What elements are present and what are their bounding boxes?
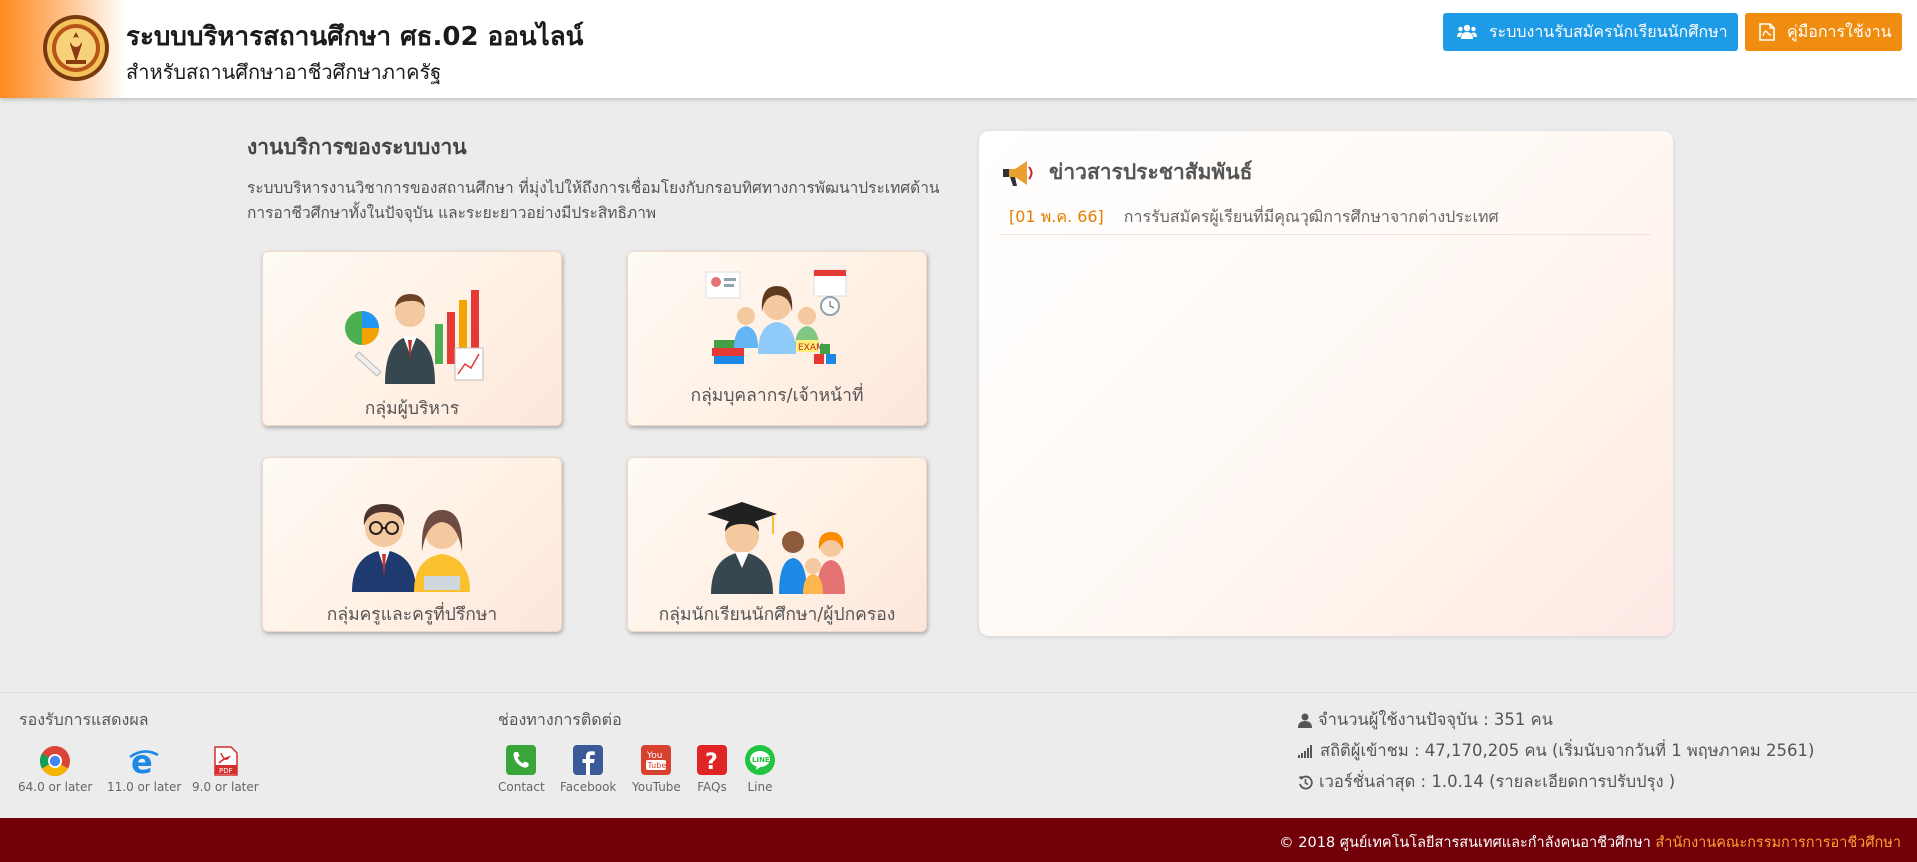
line-icon: LINE <box>745 745 775 775</box>
news-panel: ข่าวสารประชาสัมพันธ์ [01 พ.ค. 66] การรับส… <box>979 131 1673 636</box>
contact-line-link[interactable]: LINE Line <box>745 745 775 794</box>
megaphone-icon <box>1003 161 1033 186</box>
svg-text:Tube: Tube <box>647 761 667 770</box>
facebook-icon <box>573 745 604 775</box>
facebook-label: Facebook <box>560 780 617 794</box>
card-executive-group[interactable]: กลุ่มผู้บริหาร <box>262 251 562 426</box>
history-icon <box>1298 775 1313 790</box>
student-registration-label: ระบบงานรับสมัครนักเรียนนักศึกษา <box>1489 21 1728 41</box>
stat-online-users: จำนวนผู้ใช้งานปัจจุบัน : 351 คน <box>1298 707 1553 733</box>
contact-facebook-link[interactable]: Facebook <box>560 745 616 794</box>
browser-chrome: 64.0 or later <box>18 745 92 794</box>
svg-text:You: You <box>646 751 663 761</box>
footer-divider <box>0 692 1917 693</box>
stat-visitors: สถิติผู้เข้าชม : 47,170,205 คน (เริ่มนับ… <box>1298 738 1814 764</box>
card-teacher-group[interactable]: กลุ่มครูและครูที่ปรึกษา <box>262 457 562 632</box>
card-executive-label: กลุ่มผู้บริหาร <box>364 399 460 419</box>
news-item[interactable]: [01 พ.ค. 66] การรับสมัครผู้เรียนที่มีคุณว… <box>1001 205 1651 235</box>
svg-text:LINE: LINE <box>752 756 770 764</box>
svg-text:PDF: PDF <box>219 767 233 775</box>
contact-channels-label: ช่องทางการติดต่อ <box>498 710 622 729</box>
card-staff-group[interactable]: EXAM กลุ่มบุคลากร/เจ้าหน้าที่ <box>627 251 927 426</box>
ie-version: 11.0 or later <box>107 780 182 794</box>
stat-visitors-text: สถิติผู้เข้าชม : 47,170,205 คน (เริ่มนับ… <box>1320 741 1815 760</box>
faq-icon: ? <box>697 745 727 775</box>
contact-youtube-link[interactable]: You Tube YouTube <box>632 745 681 794</box>
user-icon <box>1298 713 1312 728</box>
services-description: ระบบบริหารงานวิชาการของสถานศึกษา ที่มุ่ง… <box>247 179 940 222</box>
user-manual-label: คู่มือการใช้งาน <box>1787 21 1892 41</box>
staff-illustration: EXAM <box>705 269 847 364</box>
card-student-group[interactable]: กลุ่มนักเรียนนักศึกษา/ผู้ปกครอง <box>627 457 927 632</box>
app-subtitle: สำหรับสถานศึกษาอาชีวศึกษาภาครัฐ <box>126 60 442 84</box>
stat-online-users-text: จำนวนผู้ใช้งานปัจจุบัน : 351 คน <box>1318 710 1553 729</box>
news-item-title[interactable]: การรับสมัครผู้เรียนที่มีคุณวุฒิการศึกษาจ… <box>1124 207 1499 226</box>
news-item-date: [01 พ.ค. 66] <box>1009 207 1104 226</box>
line-label: Line <box>747 780 773 794</box>
contact-phone-link[interactable]: Contact <box>498 745 545 794</box>
svg-text:e: e <box>131 745 153 777</box>
chrome-version: 64.0 or later <box>18 780 93 794</box>
browser-support-label: รองรับการแสดงผล <box>19 710 149 729</box>
stat-version-text[interactable]: เวอร์ชั่นล่าสุด : 1.0.14 (รายละเอียดการป… <box>1319 769 1675 795</box>
faq-label: FAQs <box>697 780 727 794</box>
top-header: ระบบบริหารสถานศึกษา ศธ.02 ออนไลน์ สำหรับ… <box>0 0 1917 98</box>
chrome-icon <box>40 746 71 777</box>
contact-faq-link[interactable]: ? FAQs <box>697 745 727 794</box>
svg-text:?: ? <box>705 750 718 775</box>
services-heading: งานบริการของระบบงาน <box>247 135 467 159</box>
student-illustration <box>707 502 845 594</box>
copyright-text: © 2018 ศูนย์เทคโนโลยีสารสนเทศและกำลังคนอ… <box>1279 831 1901 854</box>
contact-label: Contact <box>498 780 545 794</box>
user-manual-button[interactable]: คู่มือการใช้งาน <box>1745 13 1902 51</box>
card-teacher-label: กลุ่มครูและครูที่ปรึกษา <box>326 605 498 625</box>
users-icon <box>1457 24 1477 40</box>
youtube-icon: You Tube <box>641 745 672 775</box>
news-heading: ข่าวสารประชาสัมพันธ์ <box>1049 160 1253 184</box>
pdf-icon: PDF <box>214 746 239 776</box>
card-staff-label: กลุ่มบุคลากร/เจ้าหน้าที่ <box>690 386 864 406</box>
stat-version[interactable]: เวอร์ชั่นล่าสุด : 1.0.14 (รายละเอียดการป… <box>1298 769 1675 795</box>
phone-icon <box>506 745 537 775</box>
teacher-illustration <box>352 504 470 592</box>
browser-ie: e 11.0 or later <box>107 745 181 794</box>
executive-illustration <box>345 290 484 384</box>
institution-seal-logo[interactable] <box>42 14 110 82</box>
copyright-bar: © 2018 ศูนย์เทคโนโลยีสารสนเทศและกำลังคนอ… <box>0 818 1917 862</box>
student-registration-button[interactable]: ระบบงานรับสมัครนักเรียนนักศึกษา <box>1443 13 1738 51</box>
signal-bars-icon <box>1298 744 1314 758</box>
card-student-label: กลุ่มนักเรียนนักศึกษา/ผู้ปกครอง <box>658 605 896 625</box>
org-link[interactable]: สำนักงานคณะกรรมการการอาชีวศึกษา <box>1655 835 1901 851</box>
ie-icon: e <box>129 745 159 777</box>
copyright-owner: © 2018 ศูนย์เทคโนโลยีสารสนเทศและกำลังคนอ… <box>1279 835 1651 851</box>
youtube-label: YouTube <box>632 780 681 794</box>
svg-text:EXAM: EXAM <box>798 343 824 353</box>
pdf-file-icon <box>1759 23 1775 41</box>
app-title: ระบบบริหารสถานศึกษา ศธ.02 ออนไลน์ <box>126 22 584 52</box>
pdf-version: 9.0 or later <box>192 780 259 794</box>
browser-pdf: PDF 9.0 or later <box>192 745 259 794</box>
